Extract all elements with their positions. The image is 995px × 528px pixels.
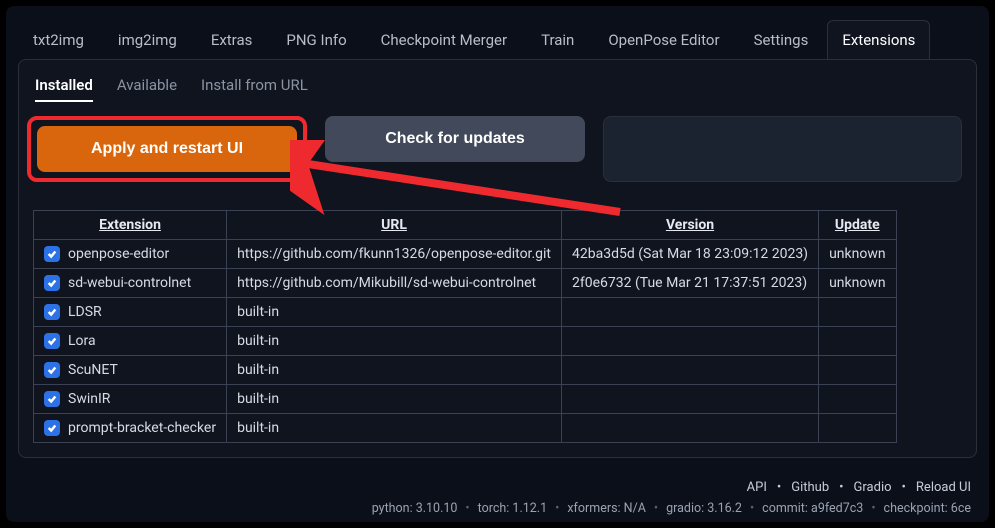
table-row: LDSR built-in [34,298,897,327]
extension-update [819,414,897,443]
table-row: Lora built-in [34,327,897,356]
meta-python: python: 3.10.10 [372,501,458,516]
meta-commit: commit: a9fed7c3 [762,501,863,516]
tab-txt2img[interactable]: txt2img [18,20,99,59]
table-row: SwinIR built-in [34,385,897,414]
table-row: ScuNET built-in [34,356,897,385]
footer-link-reload[interactable]: Reload UI [916,480,971,495]
col-update[interactable]: Update [819,211,897,240]
extension-version [562,385,819,414]
extension-update [819,298,897,327]
extension-checkbox[interactable] [44,304,60,320]
footer-links: API • Github • Gradio • Reload UI [6,480,971,495]
extension-version [562,298,819,327]
extension-url: built-in [227,414,562,443]
extension-checkbox[interactable] [44,275,60,291]
extension-checkbox[interactable] [44,391,60,407]
col-version[interactable]: Version [562,211,819,240]
extension-url: https://github.com/fkunn1326/openpose-ed… [227,240,562,269]
filter-input[interactable] [603,116,962,182]
footer-link-github[interactable]: Github [791,480,829,495]
check-updates-button[interactable]: Check for updates [325,116,585,162]
tab-checkpoint-merger[interactable]: Checkpoint Merger [366,20,522,59]
extension-url: built-in [227,356,562,385]
extension-version: 42ba3d5d (Sat Mar 18 23:09:12 2023) [562,240,819,269]
extension-name: SwinIR [68,391,110,407]
extension-update [819,356,897,385]
extension-name: openpose-editor [68,246,169,262]
table-row: sd-webui-controlnet https://github.com/Mi… [34,269,897,298]
extension-update: unknown [819,269,897,298]
extension-url: https://github.com/Mikubill/sd-webui-con… [227,269,562,298]
meta-checkpoint: checkpoint: 6ce [884,501,971,516]
table-row: prompt-bracket-checker built-in [34,414,897,443]
extension-url: built-in [227,298,562,327]
sub-tabs: Installed Available Install from URL [33,72,962,116]
tab-png-info[interactable]: PNG Info [271,20,361,59]
extension-update [819,385,897,414]
subtab-available[interactable]: Available [117,76,177,102]
extension-version [562,356,819,385]
extension-checkbox[interactable] [44,362,60,378]
tab-openpose-editor[interactable]: OpenPose Editor [593,20,734,59]
apply-restart-button[interactable]: Apply and restart UI [37,126,297,172]
meta-xformers: xformers: N/A [567,501,646,516]
tab-extras[interactable]: Extras [196,20,268,59]
extensions-panel: Installed Available Install from URL App… [18,59,977,458]
subtab-installed[interactable]: Installed [35,76,93,102]
extension-checkbox[interactable] [44,333,60,349]
action-row: Apply and restart UI Check for updates [33,116,962,182]
meta-torch: torch: 1.12.1 [478,501,547,516]
extension-version [562,414,819,443]
extension-update [819,327,897,356]
highlight-box: Apply and restart UI [27,116,307,182]
col-extension[interactable]: Extension [34,211,227,240]
extension-update: unknown [819,240,897,269]
extension-version: 2f0e6732 (Tue Mar 21 17:37:51 2023) [562,269,819,298]
extensions-table: Extension URL Version Update openpose-ed… [33,210,897,443]
extension-checkbox[interactable] [44,420,60,436]
footer: API • Github • Gradio • Reload UI python… [6,480,989,522]
extension-name: prompt-bracket-checker [68,420,216,436]
tab-settings[interactable]: Settings [739,20,824,59]
extension-name: sd-webui-controlnet [68,275,191,291]
extension-name: ScuNET [68,362,118,378]
footer-link-gradio[interactable]: Gradio [854,480,892,495]
footer-meta: python: 3.10.10• torch: 1.12.1• xformers… [6,501,971,516]
extension-checkbox[interactable] [44,246,60,262]
main-tabs: txt2img img2img Extras PNG Info Checkpoi… [6,6,989,59]
extension-url: built-in [227,385,562,414]
extension-name: LDSR [68,304,102,320]
tab-img2img[interactable]: img2img [103,20,192,59]
footer-link-api[interactable]: API [747,480,767,495]
meta-gradio: gradio: 3.16.2 [666,501,742,516]
extension-name: Lora [68,333,96,349]
tab-extensions[interactable]: Extensions [827,20,930,59]
col-url[interactable]: URL [227,211,562,240]
extension-url: built-in [227,327,562,356]
tab-train[interactable]: Train [526,20,589,59]
subtab-install-from-url[interactable]: Install from URL [201,76,308,102]
extension-version [562,327,819,356]
table-row: openpose-editor https://github.com/fkunn1… [34,240,897,269]
